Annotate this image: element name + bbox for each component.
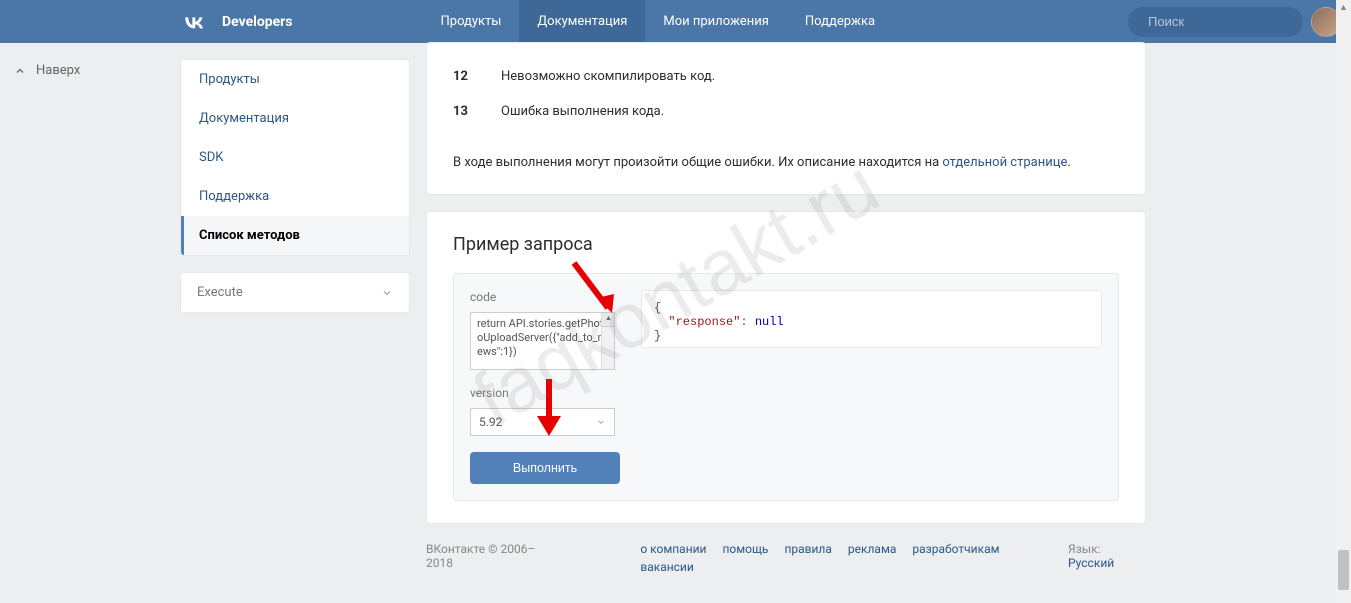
- response-output: { "response": null }: [641, 290, 1102, 348]
- request-block: Пример запроса code return API.stories.g…: [426, 211, 1146, 524]
- code-input[interactable]: return API.stories.getPhotoUploadServer(…: [470, 312, 615, 370]
- chevron-down-icon: [596, 417, 606, 427]
- content: 12 Невозможно скомпилировать код. 13 Оши…: [426, 43, 1146, 574]
- page-scrollbar-thumb[interactable]: [1338, 550, 1349, 590]
- page-header: Developers Продукты Документация Мои при…: [0, 0, 1351, 43]
- request-title: Пример запроса: [453, 234, 1119, 255]
- search-box[interactable]: [1128, 7, 1303, 37]
- version-select[interactable]: 5.92: [470, 408, 615, 436]
- footer-link-rules[interactable]: правила: [784, 542, 831, 556]
- request-body: code return API.stories.getPhotoUploadSe…: [453, 273, 1119, 501]
- footer-link-about[interactable]: о компании: [640, 542, 706, 556]
- logo-area: Developers: [180, 8, 293, 36]
- nav-my-apps[interactable]: Мои приложения: [645, 0, 786, 43]
- sidebar-item-methods[interactable]: Список методов: [181, 216, 409, 255]
- error-desc: Невозможно скомпилировать код.: [501, 69, 715, 84]
- developers-label: Developers: [222, 14, 293, 30]
- footer-link-devs[interactable]: разработчикам: [912, 542, 999, 556]
- sidebar-item-support[interactable]: Поддержка: [181, 177, 409, 216]
- footer-lang: Язык: Русский: [1068, 542, 1146, 570]
- error-row: 13 Ошибка выполнения кода.: [453, 94, 1119, 129]
- execute-dropdown[interactable]: Execute: [180, 272, 410, 313]
- chevron-down-icon: [381, 287, 393, 299]
- footer-links: о компании помощь правила реклама разраб…: [640, 542, 1050, 574]
- error-row: 12 Невозможно скомпилировать код.: [453, 59, 1119, 94]
- execute-button[interactable]: Выполнить: [470, 452, 620, 484]
- vk-logo-icon[interactable]: [180, 8, 208, 36]
- version-label: version: [470, 386, 625, 400]
- sidebar-item-products[interactable]: Продукты: [181, 60, 409, 99]
- error-desc: Ошибка выполнения кода.: [501, 104, 664, 119]
- footer-copyright: ВКонтакте © 2006–2018: [426, 542, 556, 570]
- footer-lang-select[interactable]: Русский: [1068, 556, 1114, 570]
- header-right: [1128, 7, 1341, 37]
- scroll-top-label: Наверх: [36, 63, 80, 78]
- sidebar: Продукты Документация SDK Поддержка Спис…: [180, 43, 410, 574]
- errors-note-link[interactable]: отдельной странице: [942, 155, 1067, 170]
- main-container: Продукты Документация SDK Поддержка Спис…: [0, 43, 1351, 574]
- chevron-up-icon: [14, 65, 26, 77]
- search-input[interactable]: [1148, 14, 1324, 29]
- footer-link-help[interactable]: помощь: [722, 542, 768, 556]
- footer-link-jobs[interactable]: вакансии: [640, 560, 693, 574]
- code-scrollbar[interactable]: [601, 313, 614, 369]
- page-scrollbar[interactable]: [1336, 0, 1351, 603]
- nav-documentation[interactable]: Документация: [519, 0, 645, 43]
- footer: ВКонтакте © 2006–2018 о компании помощь …: [426, 524, 1146, 574]
- execute-label: Execute: [197, 285, 243, 300]
- code-label: code: [470, 290, 625, 304]
- errors-block: 12 Невозможно скомпилировать код. 13 Оши…: [426, 42, 1146, 195]
- sidebar-menu: Продукты Документация SDK Поддержка Спис…: [180, 59, 410, 256]
- scroll-top-button[interactable]: Наверх: [14, 63, 80, 78]
- main-nav: Продукты Документация Мои приложения Под…: [423, 0, 894, 43]
- sidebar-item-sdk[interactable]: SDK: [181, 138, 409, 177]
- footer-link-ads[interactable]: реклама: [848, 542, 896, 556]
- error-code: 12: [453, 69, 475, 84]
- nav-products[interactable]: Продукты: [423, 0, 520, 43]
- nav-support[interactable]: Поддержка: [787, 0, 893, 43]
- error-code: 13: [453, 104, 475, 119]
- sidebar-item-documentation[interactable]: Документация: [181, 99, 409, 138]
- errors-note: В ходе выполнения могут произойти общие …: [453, 153, 1119, 174]
- request-left-col: code return API.stories.getPhotoUploadSe…: [470, 290, 625, 484]
